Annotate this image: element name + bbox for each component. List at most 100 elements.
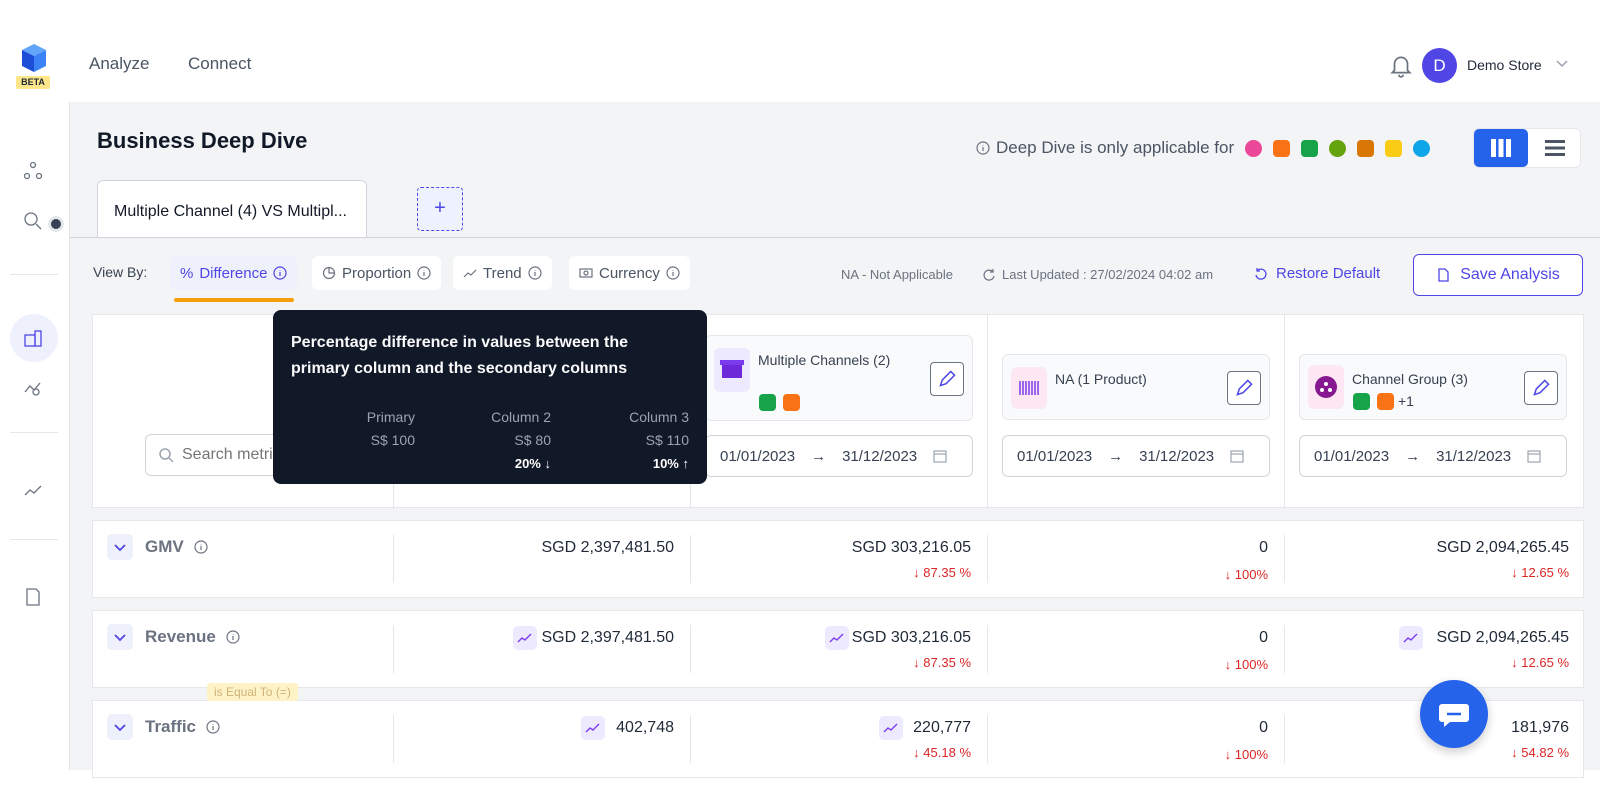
document-icon[interactable] bbox=[22, 586, 44, 608]
view-by-label: View By: bbox=[93, 264, 148, 280]
trend-icon[interactable] bbox=[825, 626, 849, 650]
add-tab-button[interactable]: + bbox=[417, 187, 463, 231]
date-range-column-2[interactable]: 01/01/2023 → 31/12/2023 bbox=[1002, 435, 1270, 477]
bell-icon[interactable] bbox=[1388, 52, 1414, 78]
edit-column-button[interactable] bbox=[1227, 371, 1261, 405]
salesforce-icon bbox=[1413, 139, 1431, 157]
view-difference-chip[interactable]: % Difference bbox=[170, 256, 298, 290]
edit-column-button[interactable] bbox=[930, 362, 964, 396]
info-icon[interactable] bbox=[194, 540, 208, 554]
shopify-icon bbox=[759, 394, 776, 411]
sidebar-divider bbox=[10, 432, 58, 433]
tooltip-col2-pct: 20% ↓ bbox=[514, 456, 551, 471]
column-card-channel-group: Channel Group (3) +1 bbox=[1299, 354, 1567, 420]
table-row: Revenue SGD 2,397,481.50 SGD 303,216.05 … bbox=[92, 610, 1584, 688]
column-separator bbox=[393, 625, 394, 673]
calendar-icon bbox=[1527, 450, 1541, 463]
difference-tooltip: Percentage difference in values between … bbox=[273, 310, 707, 484]
tooltip-col2-label: Column 2 bbox=[491, 409, 551, 425]
column-name: NA (1 Product) bbox=[1055, 371, 1147, 387]
nav-analyze[interactable]: Analyze bbox=[89, 54, 149, 74]
expand-row-button[interactable] bbox=[107, 714, 133, 740]
chat-launcher-button[interactable] bbox=[1420, 680, 1488, 748]
arrow-right-icon: → bbox=[1405, 447, 1421, 465]
tooltip-text: Percentage difference in values between … bbox=[291, 334, 629, 377]
date-range-column-1[interactable]: 01/01/2023 → 31/12/2023 bbox=[705, 435, 973, 477]
sidebar bbox=[0, 102, 70, 770]
save-analysis-button[interactable]: Save Analysis bbox=[1413, 254, 1583, 296]
shopee-icon bbox=[1377, 393, 1394, 410]
pencil-icon bbox=[939, 370, 956, 387]
chart-search-icon[interactable] bbox=[22, 377, 44, 399]
view-currency-chip[interactable]: Currency bbox=[569, 256, 690, 290]
view-proportion-chip[interactable]: Proportion bbox=[312, 256, 442, 290]
chevron-down-icon[interactable] bbox=[1555, 56, 1569, 70]
trend-icon[interactable] bbox=[22, 480, 44, 502]
search-icon bbox=[159, 448, 174, 463]
pct-value: 87.35 % bbox=[923, 655, 971, 670]
info-icon[interactable] bbox=[226, 630, 240, 644]
chevron-down-icon bbox=[114, 634, 126, 642]
notification-dot bbox=[48, 216, 64, 232]
columns-icon bbox=[1491, 139, 1511, 157]
column-1-pct: ↓ 45.18 % bbox=[913, 745, 971, 760]
column-separator bbox=[1284, 715, 1285, 763]
business-icon[interactable] bbox=[22, 327, 44, 349]
metric-label: GMV bbox=[145, 537, 184, 556]
last-updated-text: Last Updated : 27/02/2024 04:02 am bbox=[1002, 267, 1214, 282]
trend-icon[interactable] bbox=[1399, 626, 1423, 650]
arrow-right-icon: → bbox=[811, 447, 827, 465]
column-separator bbox=[987, 625, 988, 673]
chat-icon bbox=[1439, 704, 1469, 727]
app-logo[interactable]: BETA bbox=[16, 44, 52, 89]
view-trend-chip[interactable]: Trend bbox=[453, 256, 552, 290]
column-3-pct: ↓ 12.65 % bbox=[1511, 655, 1569, 670]
info-icon[interactable] bbox=[273, 266, 288, 280]
trend-icon[interactable] bbox=[513, 626, 537, 650]
refresh-icon[interactable] bbox=[982, 268, 996, 282]
pct-value: 54.82 % bbox=[1521, 745, 1569, 760]
trend-icon[interactable] bbox=[879, 716, 903, 740]
table-row: GMV SGD 2,397,481.50 SGD 303,216.05 ↓ 87… bbox=[92, 520, 1584, 598]
column-2-pct: ↓ 100% bbox=[1224, 567, 1268, 582]
filter-condition-tag[interactable]: is Equal To (=) bbox=[207, 683, 298, 701]
edit-column-button[interactable] bbox=[1524, 371, 1558, 405]
column-2-pct: ↓ 100% bbox=[1224, 657, 1268, 672]
nodes-icon[interactable] bbox=[22, 160, 44, 182]
date-from: 01/01/2023 bbox=[720, 447, 796, 465]
column-separator bbox=[987, 535, 988, 583]
column-separator bbox=[987, 715, 988, 763]
info-icon[interactable] bbox=[666, 266, 680, 280]
column-view-button[interactable] bbox=[1474, 129, 1528, 167]
avatar[interactable]: D bbox=[1422, 48, 1457, 83]
column-2-value: 0 bbox=[1259, 719, 1268, 736]
expand-row-button[interactable] bbox=[107, 624, 133, 650]
search-analytics-icon[interactable] bbox=[22, 210, 44, 232]
info-icon[interactable] bbox=[417, 266, 431, 280]
view-proportion-label: Proportion bbox=[342, 264, 412, 282]
metric-label: Traffic bbox=[145, 717, 197, 736]
nav-connect[interactable]: Connect bbox=[188, 54, 251, 74]
expand-row-button[interactable] bbox=[107, 534, 133, 560]
currency-icon bbox=[579, 268, 593, 278]
shopee-icon bbox=[783, 394, 800, 411]
pct-value: 12.65 % bbox=[1521, 565, 1569, 580]
info-icon[interactable] bbox=[206, 720, 220, 734]
trend-icon[interactable] bbox=[581, 716, 605, 740]
store-icon bbox=[714, 348, 750, 392]
column-card-na-product: NA (1 Product) bbox=[1002, 354, 1270, 420]
column-1-pct: ↓ 87.35 % bbox=[913, 565, 971, 580]
row-view-button[interactable] bbox=[1528, 129, 1582, 167]
layout-toggle bbox=[1473, 128, 1581, 168]
chevron-down-icon bbox=[114, 544, 126, 552]
info-icon[interactable] bbox=[976, 141, 990, 155]
date-range-column-3[interactable]: 01/01/2023 → 31/12/2023 bbox=[1299, 435, 1567, 477]
column-separator bbox=[690, 535, 691, 583]
tooltip-column-2: Column 2 S$ 80 20% ↓ bbox=[491, 406, 551, 475]
tooltip-column-3: Column 3 S$ 110 10% ↑ bbox=[629, 406, 689, 475]
info-icon[interactable] bbox=[528, 266, 542, 280]
store-name[interactable]: Demo Store bbox=[1467, 57, 1542, 73]
restore-default-button[interactable]: Restore Default bbox=[1254, 265, 1380, 282]
analysis-tab[interactable]: Multiple Channel (4) VS Multipl... bbox=[97, 180, 367, 238]
primary-value: SGD 2,397,481.50 bbox=[541, 629, 674, 646]
